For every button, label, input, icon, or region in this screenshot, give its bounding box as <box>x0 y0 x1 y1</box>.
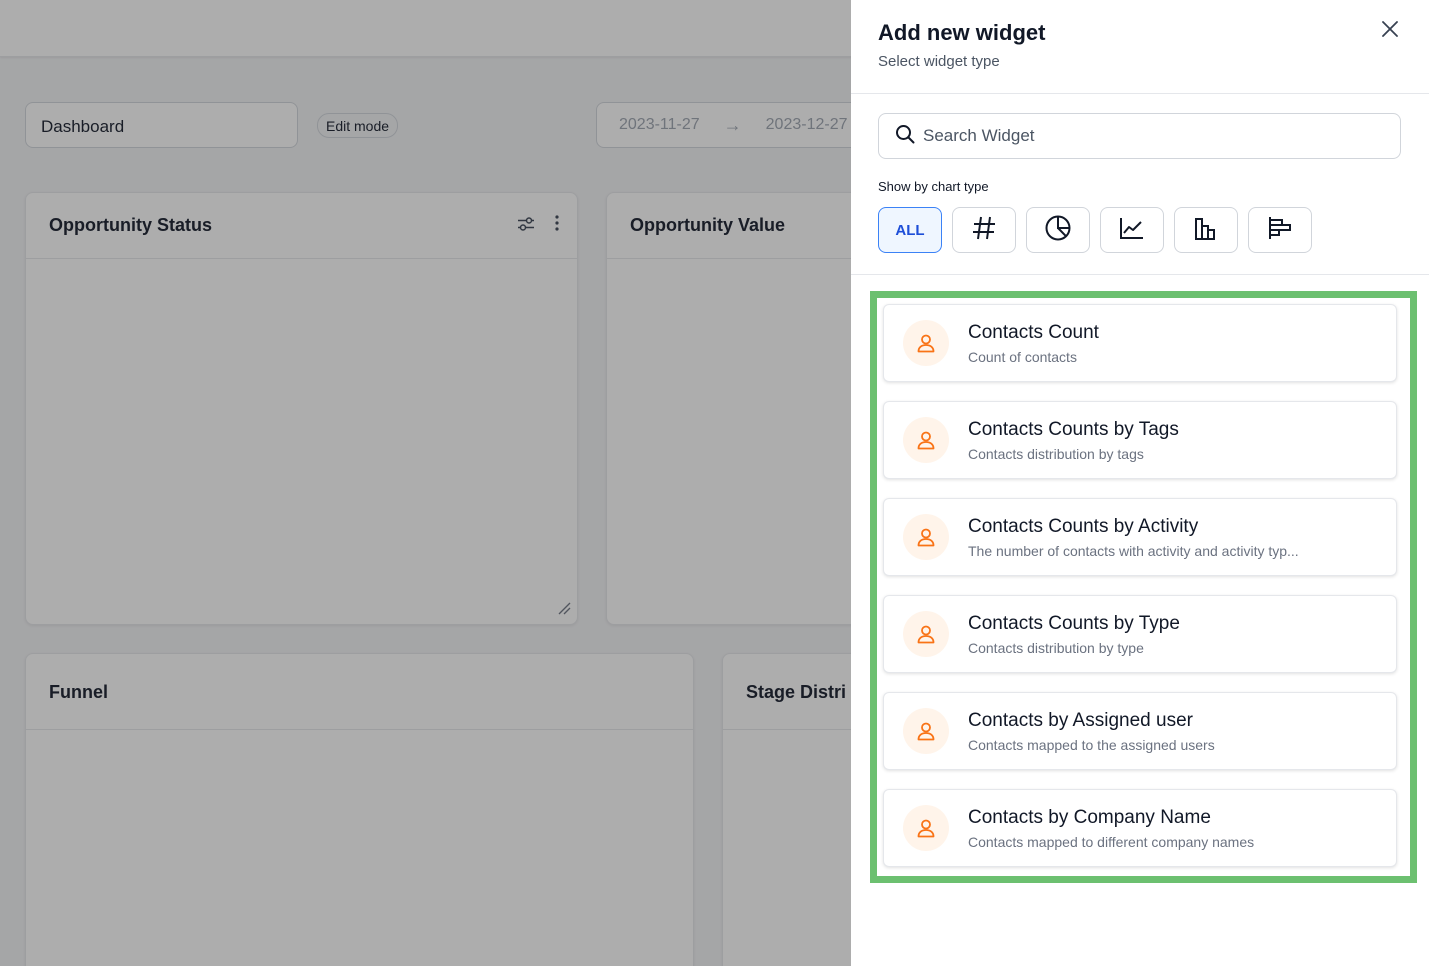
search-input[interactable] <box>923 126 1383 146</box>
hash-icon <box>971 215 997 246</box>
drawer-title: Add new widget <box>878 20 1046 45</box>
chart-type-pie-button[interactable] <box>1026 207 1090 253</box>
chart-type-filter: ALL <box>878 207 1312 253</box>
widget-description: Contacts mapped to the assigned users <box>968 736 1215 753</box>
add-widget-drawer: Add new widget Select widget type Show b… <box>851 0 1429 966</box>
contact-icon <box>903 514 949 560</box>
horizontal-bar-chart-icon <box>1267 215 1293 246</box>
modal-backdrop[interactable] <box>0 0 851 966</box>
widget-option-contacts-by-assigned-user[interactable]: Contacts by Assigned user Contacts mappe… <box>883 692 1397 770</box>
widget-description: Count of contacts <box>968 348 1077 365</box>
widget-title: Contacts Count <box>968 321 1099 343</box>
widget-title: Contacts Counts by Type <box>968 612 1180 634</box>
widget-list: Contacts Count Count of contacts Contact… <box>870 291 1417 883</box>
widget-option-contacts-by-activity[interactable]: Contacts Counts by Activity The number o… <box>883 498 1397 576</box>
divider <box>851 274 1429 275</box>
line-chart-icon <box>1119 216 1145 245</box>
bar-chart-icon <box>1193 215 1219 246</box>
chart-type-line-button[interactable] <box>1100 207 1164 253</box>
search-icon <box>895 124 915 149</box>
widget-option-contacts-by-company-name[interactable]: Contacts by Company Name Contacts mapped… <box>883 789 1397 867</box>
chart-type-number-button[interactable] <box>952 207 1016 253</box>
widget-description: The number of contacts with activity and… <box>968 542 1299 559</box>
contact-icon <box>903 417 949 463</box>
drawer-header: Add new widget Select widget type <box>851 0 1429 94</box>
chart-type-bar-button[interactable] <box>1174 207 1238 253</box>
chart-type-all-button[interactable]: ALL <box>878 207 942 253</box>
widget-option-contacts-by-type[interactable]: Contacts Counts by Type Contacts distrib… <box>883 595 1397 673</box>
widget-description: Contacts distribution by tags <box>968 445 1144 462</box>
chart-type-label: Show by chart type <box>878 179 989 194</box>
close-icon[interactable] <box>1379 18 1401 40</box>
widget-title: Contacts by Company Name <box>968 806 1211 828</box>
drawer-subtitle: Select widget type <box>878 53 1000 70</box>
widget-title: Contacts Counts by Tags <box>968 418 1179 440</box>
widget-option-contacts-by-tags[interactable]: Contacts Counts by Tags Contacts distrib… <box>883 401 1397 479</box>
widget-description: Contacts distribution by type <box>968 639 1144 656</box>
contact-icon <box>903 611 949 657</box>
search-widget-field[interactable] <box>878 113 1401 159</box>
widget-title: Contacts Counts by Activity <box>968 515 1199 537</box>
contact-icon <box>903 708 949 754</box>
contact-icon <box>903 320 949 366</box>
widget-title: Contacts by Assigned user <box>968 709 1193 731</box>
widget-option-contacts-count[interactable]: Contacts Count Count of contacts <box>883 304 1397 382</box>
pie-chart-icon <box>1044 214 1072 247</box>
chart-type-horizontal-bar-button[interactable] <box>1248 207 1312 253</box>
widget-description: Contacts mapped to different company nam… <box>968 833 1255 850</box>
contact-icon <box>903 805 949 851</box>
